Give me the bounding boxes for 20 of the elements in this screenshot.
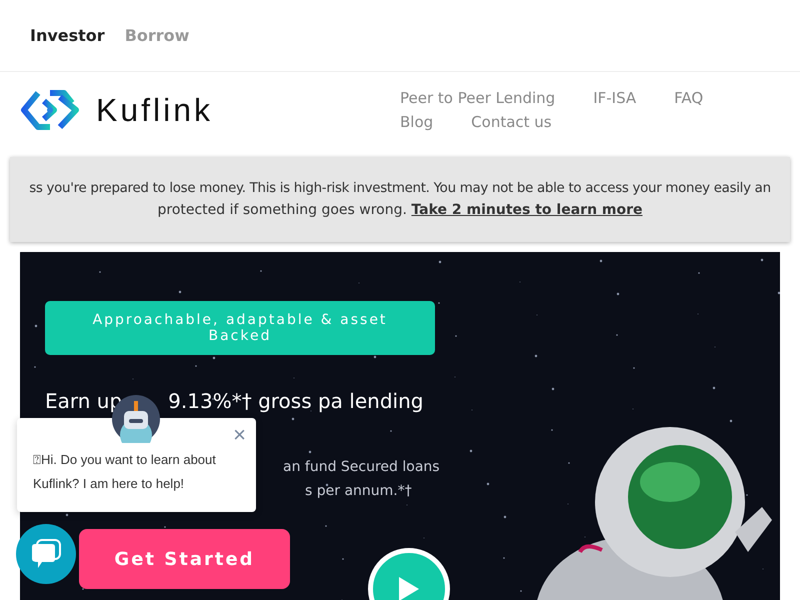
audience-tab[interactable]: Borrow: [124, 26, 190, 45]
play-icon: [397, 576, 421, 600]
risk-warning-text: ss you're prepared to lose money. This is high-risk investment. You may not be able to access your money easily an: [29, 181, 771, 196]
nav-link[interactable]: FAQ: [674, 89, 704, 107]
get-started-button[interactable]: Get Started: [79, 529, 290, 589]
learn-more-link[interactable]: Take 2 minutes to learn more: [411, 202, 643, 218]
logo-text: Kuflink: [96, 92, 214, 128]
risk-warning-text: protected if something goes wrong.: [157, 202, 407, 218]
hero-text: s per annum.*†: [305, 483, 412, 499]
audience-tab[interactable]: Investor: [30, 26, 105, 45]
nav-link[interactable]: Blog: [400, 113, 434, 131]
tagline-badge: Approachable, adaptable & asset Backed: [45, 301, 435, 355]
chat-bubble-icon: [30, 538, 62, 570]
nav-link[interactable]: IF-ISA: [593, 89, 636, 107]
hero-text: an fund Secured loans: [283, 459, 440, 475]
chat-message: ⍰Hi. Do you want to learn about Kuflink? I am here to help!: [33, 451, 217, 493]
nav-link[interactable]: Peer to Peer Lending: [400, 89, 556, 107]
hero-title: 9.13%*† gross pa lending: [168, 389, 424, 413]
nav-link[interactable]: Contact us: [471, 113, 552, 131]
close-button[interactable]: ×: [231, 424, 248, 446]
